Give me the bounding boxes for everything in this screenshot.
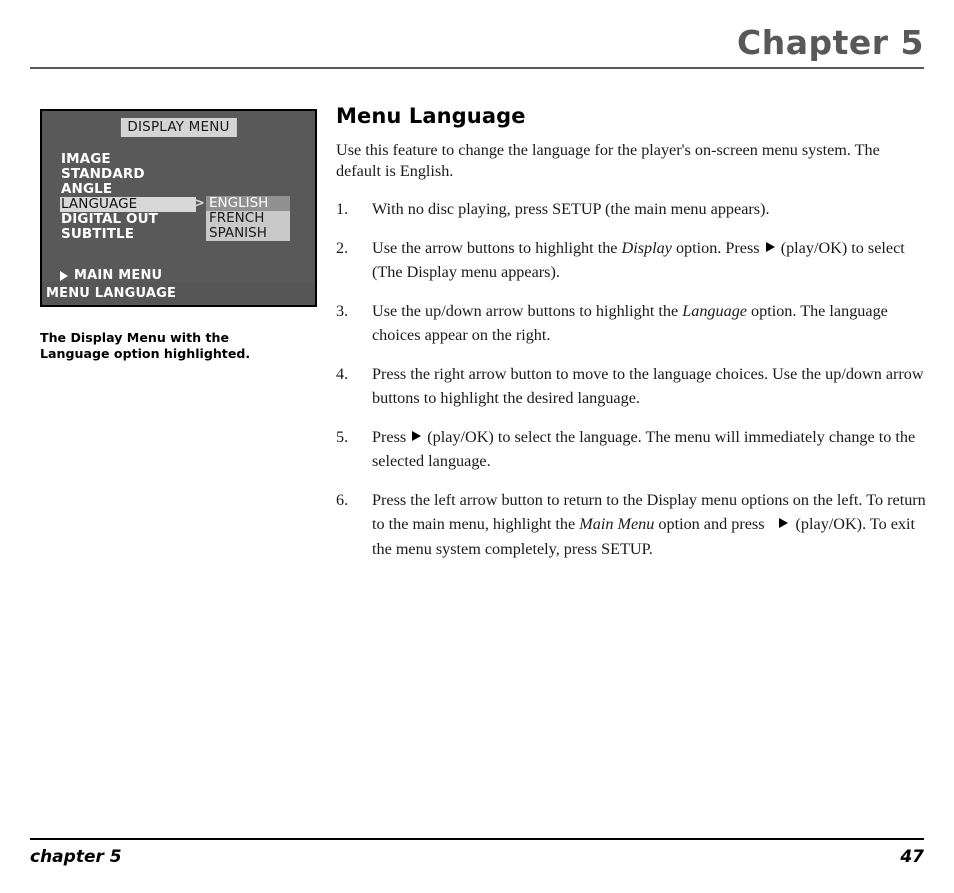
section-heading: Menu Language: [336, 104, 526, 128]
step-text-mid: option and press: [654, 515, 765, 533]
page-footer: chapter 5 47: [30, 838, 924, 867]
page-header: Chapter 5: [30, 22, 924, 72]
osd-option-angle[interactable]: ANGLE: [60, 182, 196, 197]
footer-chapter-label: chapter 5: [30, 847, 122, 867]
step-emphasis: Main Menu: [579, 515, 655, 533]
step-text-mid: option. Press: [671, 238, 764, 257]
step-item-4: 4. Press the right arrow button to move t…: [336, 362, 926, 411]
osd-option-standard[interactable]: STANDARD: [60, 167, 196, 182]
double-chevron-right-icon: >>: [184, 196, 205, 211]
step-text-tail: (play/OK) to select the language. The me…: [372, 427, 916, 471]
step-number: 6.: [336, 490, 349, 509]
osd-option-language[interactable]: LANGUAGE: [60, 197, 196, 212]
osd-language-choices: ENGLISH FRENCH SPANISH: [206, 196, 290, 241]
step-item-1: 1. With no disc playing, press SETUP (the…: [336, 197, 926, 222]
osd-option-subtitle[interactable]: SUBTITLE: [60, 227, 196, 242]
osd-main-menu-link[interactable]: MAIN MENU: [60, 268, 162, 283]
step-item-5: 5. Press (play/OK) to select the language…: [336, 425, 926, 474]
step-text-lead: Use the up/down arrow buttons to highlig…: [372, 301, 683, 320]
footer-divider: [30, 838, 924, 840]
intro-paragraph: Use this feature to change the language …: [336, 141, 880, 180]
step-text-lead: Use the arrow buttons to highlight the: [372, 238, 622, 257]
step-item-3: 3. Use the up/down arrow buttons to highl…: [336, 299, 926, 348]
instruction-steps: 1. With no disc playing, press SETUP (the…: [336, 197, 926, 561]
step-number: 4.: [336, 364, 349, 383]
osd-language-french[interactable]: FRENCH: [206, 211, 290, 226]
figure-caption: The Display Menu with the Language optio…: [40, 330, 296, 361]
step-number: 3.: [336, 301, 349, 320]
step-number: 2.: [336, 238, 349, 257]
play-triangle-icon: [765, 241, 775, 252]
header-divider: [30, 67, 924, 69]
step-item-2: 2. Use the arrow buttons to highlight the…: [336, 236, 926, 285]
osd-language-english[interactable]: ENGLISH: [206, 196, 290, 211]
osd-option-digital-out[interactable]: DIGITAL OUT: [60, 212, 196, 227]
osd-option-list: IMAGE STANDARD ANGLE LANGUAGE DIGITAL OU…: [60, 152, 196, 242]
footer-row: chapter 5 47: [30, 847, 924, 867]
step-text: Press the right arrow button to move to …: [372, 364, 924, 408]
step-emphasis: Display: [621, 238, 672, 257]
osd-main-menu-label: MAIN MENU: [74, 268, 163, 283]
page-number: 47: [900, 847, 924, 867]
step-emphasis: Language: [682, 301, 747, 320]
play-triangle-icon: [60, 270, 68, 281]
chapter-heading: Chapter 5: [737, 23, 924, 62]
step-item-6: 6. Press the left arrow button to return …: [336, 488, 926, 562]
play-triangle-icon: [412, 430, 422, 441]
osd-language-spanish[interactable]: SPANISH: [206, 226, 290, 241]
osd-screen: DISPLAY MENU IMAGE STANDARD ANGLE LANGUA…: [40, 109, 317, 307]
step-number: 5.: [336, 427, 349, 446]
step-text-lead: Press: [372, 427, 411, 446]
figure-caption-line2: option highlighted.: [113, 345, 251, 361]
osd-menu-title: DISPLAY MENU: [120, 118, 237, 137]
step-number: 1.: [336, 200, 349, 218]
article-body: Menu Language Use this feature to change…: [336, 104, 926, 575]
osd-option-image[interactable]: IMAGE: [60, 152, 196, 167]
play-triangle-icon: [778, 518, 788, 528]
osd-status-bar: MENU LANGUAGE: [42, 282, 315, 305]
display-menu-figure: DISPLAY MENU IMAGE STANDARD ANGLE LANGUA…: [40, 109, 317, 361]
step-text: With no disc playing, press SETUP (the m…: [372, 200, 770, 218]
